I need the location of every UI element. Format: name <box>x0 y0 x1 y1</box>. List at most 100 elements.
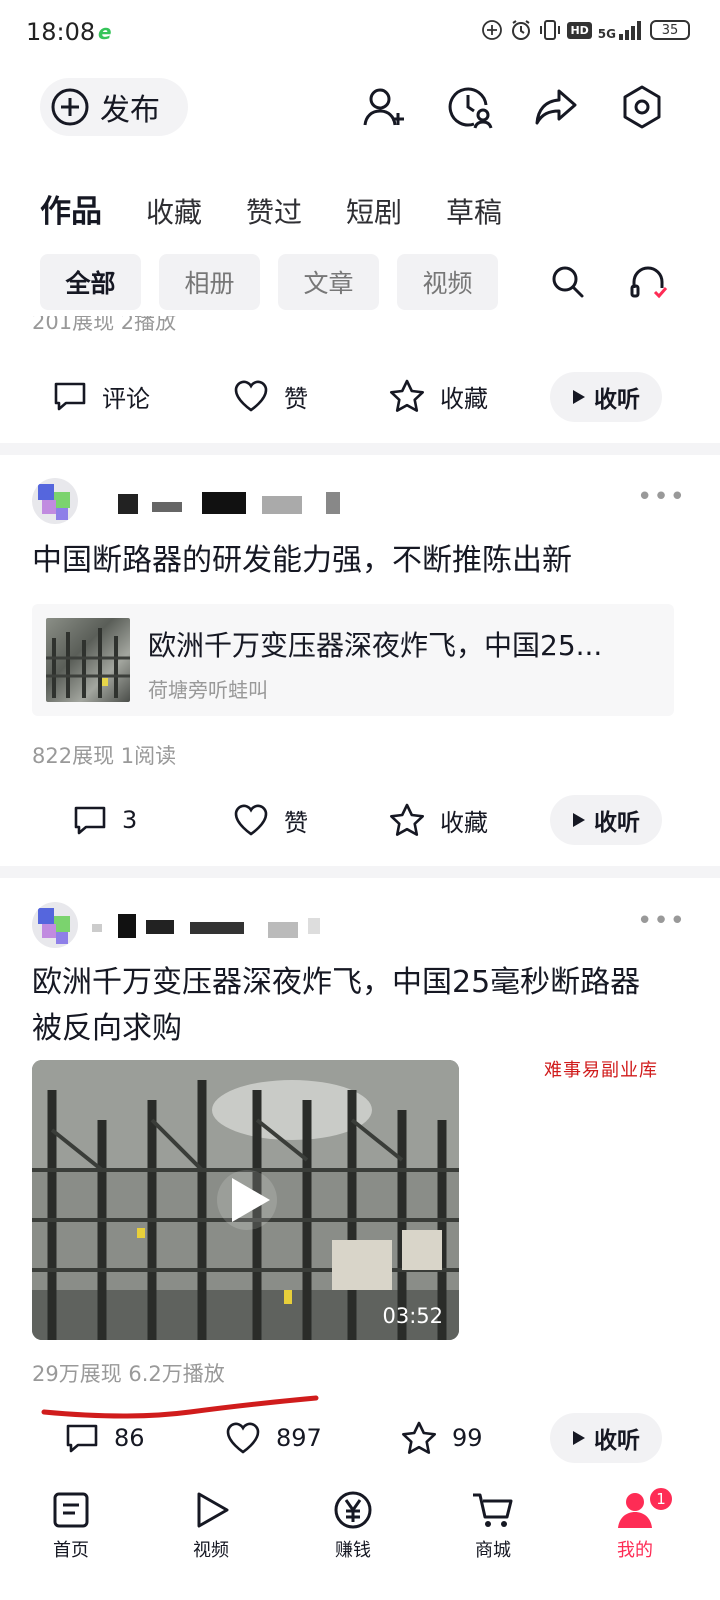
yuan-coin-icon <box>334 1491 372 1529</box>
bottom-navigation: 首页 视频 赚钱 商城 我的 <box>0 1478 720 1600</box>
author-name-blurred <box>112 490 392 516</box>
tab-short-drama[interactable]: 短剧 <box>346 191 402 231</box>
tab-favorites[interactable]: 收藏 <box>146 191 202 231</box>
post-title[interactable]: 中国断路器的研发能力强，不断推陈出新 <box>32 538 572 584</box>
heart-icon <box>234 380 268 412</box>
like-label: 赞 <box>284 384 308 413</box>
avatar[interactable] <box>32 902 78 948</box>
tab-works[interactable]: 作品 <box>40 186 102 231</box>
star-icon <box>402 1421 436 1454</box>
headphones-icon[interactable] <box>628 262 668 302</box>
notification-badge: 1 <box>648 1486 674 1512</box>
chip-articles[interactable]: 文章 <box>278 254 379 310</box>
author-name-blurred <box>90 910 330 940</box>
cart-icon <box>473 1493 513 1527</box>
alarm-icon <box>512 20 531 40</box>
nav-mall[interactable]: 商城 <box>448 1490 538 1562</box>
comment-icon <box>74 806 106 835</box>
watermark-text: 难事易副业库 <box>544 1060 658 1081</box>
share-icon[interactable] <box>532 83 580 131</box>
substation-image <box>32 1060 459 1340</box>
nav-me-label: 我的 <box>617 1540 653 1561</box>
article-author: 荷塘旁听蛙叫 <box>148 678 268 702</box>
avatar[interactable] <box>32 478 78 524</box>
listen-label: 收听 <box>594 1428 640 1454</box>
post-title-line-2[interactable]: 被反向求购 <box>32 1006 182 1052</box>
play-icon <box>573 390 585 404</box>
like-label: 赞 <box>284 808 308 837</box>
heart-icon <box>234 804 268 836</box>
network-type: 5G <box>597 27 616 41</box>
divider <box>0 443 720 455</box>
favorite-count: 99 <box>452 1424 483 1452</box>
post-title-line-1[interactable]: 欧洲千万变压器深夜炸飞，中国25毫秒断路器 <box>32 960 640 1006</box>
like-count: 897 <box>276 1424 322 1452</box>
favorite-label: 收藏 <box>440 384 488 413</box>
browser-icon: e <box>98 20 112 44</box>
like-button[interactable]: 赞 <box>232 802 308 838</box>
nav-mall-label: 商城 <box>475 1540 511 1561</box>
signal-indicator: 5G <box>598 20 644 40</box>
play-icon <box>573 813 585 827</box>
like-button[interactable]: 赞 <box>232 378 308 414</box>
comment-count: 3 <box>122 806 138 834</box>
post-stats: 29万展现 6.2万播放 <box>32 1362 225 1386</box>
comment-label: 评论 <box>102 384 150 413</box>
nav-earn-label: 赚钱 <box>335 1540 371 1561</box>
more-options-icon[interactable]: ••• <box>637 482 686 512</box>
nav-home[interactable]: 首页 <box>26 1490 116 1562</box>
nav-video-label: 视频 <box>193 1540 229 1561</box>
settings-icon[interactable] <box>618 83 666 131</box>
star-icon <box>390 379 424 412</box>
red-underline-annotation <box>41 1395 319 1419</box>
nav-video[interactable]: 视频 <box>166 1490 256 1562</box>
article-title: 欧洲千万变压器深夜炸飞，中国25... <box>148 629 603 662</box>
video-duration: 03:52 <box>382 1304 443 1328</box>
status-icons: HD 5G 35 <box>481 18 690 42</box>
like-button[interactable]: 897 <box>224 1420 322 1456</box>
star-icon <box>390 803 424 836</box>
linked-article-card[interactable]: 欧洲千万变压器深夜炸飞，中国25... 荷塘旁听蛙叫 <box>32 604 674 716</box>
favorite-button[interactable]: 99 <box>400 1420 483 1456</box>
status-time: 18:08 <box>26 18 96 46</box>
listen-button[interactable]: 收听 <box>550 372 662 422</box>
search-icon[interactable] <box>550 264 586 300</box>
favorite-label: 收藏 <box>440 808 488 837</box>
more-options-icon[interactable]: ••• <box>637 906 686 936</box>
article-thumbnail <box>46 618 130 702</box>
chip-videos[interactable]: 视频 <box>397 254 498 310</box>
battery-icon: 35 <box>650 20 690 40</box>
prev-post-stats: 201展现 2播放 <box>32 316 176 340</box>
hd-badge: HD <box>567 21 592 39</box>
tab-liked[interactable]: 赞过 <box>246 191 302 231</box>
vibrate-icon <box>540 20 561 40</box>
comment-button[interactable]: 评论 <box>52 378 150 414</box>
comment-button[interactable]: 86 <box>64 1420 145 1456</box>
history-icon[interactable] <box>446 83 494 131</box>
favorite-button[interactable]: 收藏 <box>388 802 488 838</box>
listen-button[interactable]: 收听 <box>550 795 662 845</box>
comment-button[interactable]: 3 <box>72 802 137 838</box>
plus-circle-icon <box>51 88 89 126</box>
listen-button[interactable]: 收听 <box>550 1413 662 1463</box>
prev-post-stats-text: 201展现 2播放 <box>32 316 177 334</box>
chip-all[interactable]: 全部 <box>40 254 141 310</box>
play-icon <box>573 1431 585 1445</box>
nav-earn[interactable]: 赚钱 <box>308 1490 398 1562</box>
publish-button[interactable]: 发布 <box>40 78 188 136</box>
home-icon <box>53 1492 89 1528</box>
listen-label: 收听 <box>594 387 640 413</box>
add-friend-icon[interactable] <box>360 83 408 131</box>
favorite-button[interactable]: 收藏 <box>388 378 488 414</box>
video-icon <box>197 1492 229 1528</box>
comment-icon <box>54 382 86 411</box>
filter-chips: 全部 相册 文章 视频 <box>40 254 498 310</box>
comment-icon <box>66 1424 98 1453</box>
tab-drafts[interactable]: 草稿 <box>446 191 502 231</box>
signal-icon <box>619 21 641 40</box>
profile-tabs: 作品 收藏 赞过 短剧 草稿 <box>40 186 502 231</box>
publish-label: 发布 <box>100 93 160 128</box>
video-thumbnail[interactable]: 03:52 <box>32 1060 459 1340</box>
comment-count: 86 <box>114 1424 145 1452</box>
chip-albums[interactable]: 相册 <box>159 254 260 310</box>
